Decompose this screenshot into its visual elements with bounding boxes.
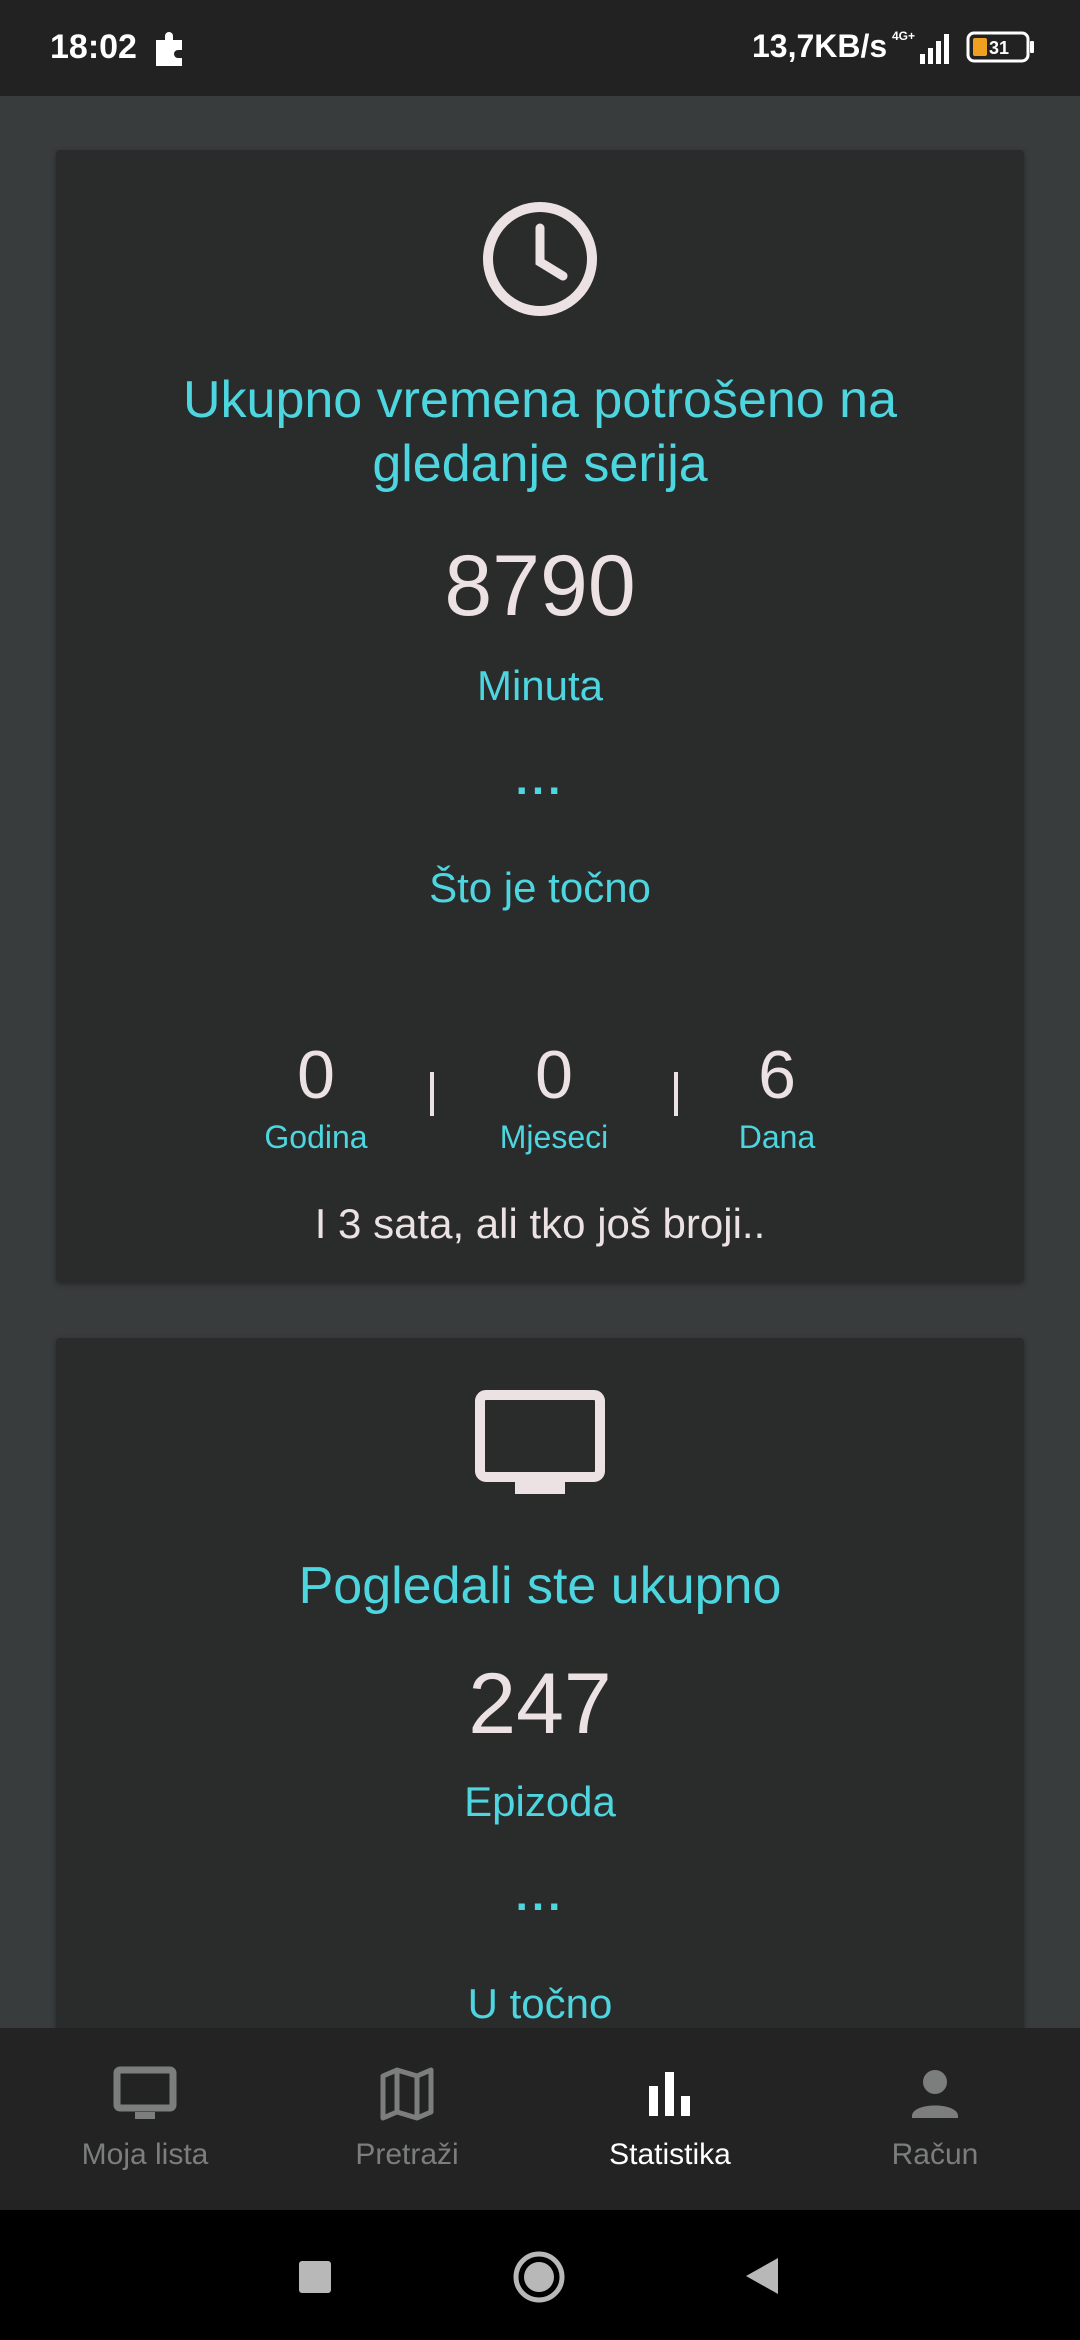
episodes-exact-label: U točno [467, 1980, 613, 2027]
months-value: 0 [535, 1037, 573, 1113]
person-icon [885, 2066, 985, 2126]
stats-content[interactable]: Ukupno vremena potrošeno na gledanje ser… [0, 96, 1080, 2028]
ellipsis-separator: ... [515, 1871, 565, 1920]
clock-icon-wrap [56, 200, 1024, 318]
episodes-card: Pogledali ste ukupno 247 Epizoda ... U t… [56, 1338, 1024, 2028]
days-value: 6 [758, 1037, 796, 1113]
network-type: 4G+ [892, 29, 915, 43]
nav-label-moja-lista: Moja lista [81, 2138, 209, 2171]
signal-icon: 4G+ [892, 29, 949, 64]
status-speed: 13,7KB/s [752, 28, 888, 64]
clock-icon [483, 202, 597, 316]
nav-item-statistika[interactable]: Statistika [535, 2028, 805, 2210]
breakdown-days: 6 Dana [677, 1034, 877, 1158]
bar-chart-icon [620, 2066, 720, 2126]
watch-time-title-line2: gledanje serija [372, 435, 708, 493]
status-time: 18:02 [50, 28, 137, 66]
total-minutes-value: 8790 [444, 538, 636, 634]
total-episodes-unit: Epizoda [464, 1778, 616, 1825]
battery-icon: 31 [966, 31, 1034, 63]
breakdown-divider [430, 1072, 434, 1116]
breakdown-years: 0 Godina [216, 1034, 416, 1158]
years-label: Godina [264, 1119, 368, 1155]
nav-label-pretrazi: Pretraži [355, 2138, 459, 2171]
system-navigation-bar [0, 2210, 1080, 2340]
tv-icon [475, 1390, 605, 1494]
remainder-text: I 3 sata, ali tko još broji.. [314, 1200, 766, 1247]
home-button[interactable] [512, 2250, 566, 2304]
recent-apps-button[interactable] [298, 2260, 332, 2294]
total-episodes-value: 247 [468, 1656, 612, 1752]
years-value: 0 [297, 1037, 335, 1113]
nav-item-moja-lista[interactable]: Moja lista [10, 2028, 280, 2210]
days-label: Dana [738, 1119, 816, 1155]
watch-time-title-line1: Ukupno vremena potrošeno na [182, 371, 897, 429]
exact-label: Što je točno [429, 864, 651, 911]
total-minutes-unit: Minuta [476, 662, 604, 709]
months-label: Mjeseci [499, 1119, 609, 1155]
map-icon [357, 2066, 457, 2126]
bottom-navigation: Moja lista Pretraži Statistika Račun [0, 2028, 1080, 2210]
nav-item-pretrazi[interactable]: Pretraži [272, 2028, 542, 2210]
watch-time-card: Ukupno vremena potrošeno na gledanje ser… [56, 150, 1024, 1282]
nav-item-racun[interactable]: Račun [800, 2028, 1070, 2210]
tv-icon [95, 2066, 195, 2126]
battery-level: 31 [989, 38, 1009, 58]
ellipsis-separator: ... [515, 755, 565, 804]
tv-icon-wrap [56, 1390, 1024, 1496]
nav-label-racun: Račun [891, 2138, 979, 2171]
episodes-title: Pogledali ste ukupno [298, 1557, 782, 1615]
puzzle-icon [156, 32, 182, 66]
back-button[interactable] [744, 2256, 780, 2296]
nav-label-statistika: Statistika [609, 2138, 731, 2171]
status-bar: 18:02 13,7KB/s 4G+ 31 [0, 0, 1080, 96]
breakdown-months: 0 Mjeseci [454, 1034, 654, 1158]
